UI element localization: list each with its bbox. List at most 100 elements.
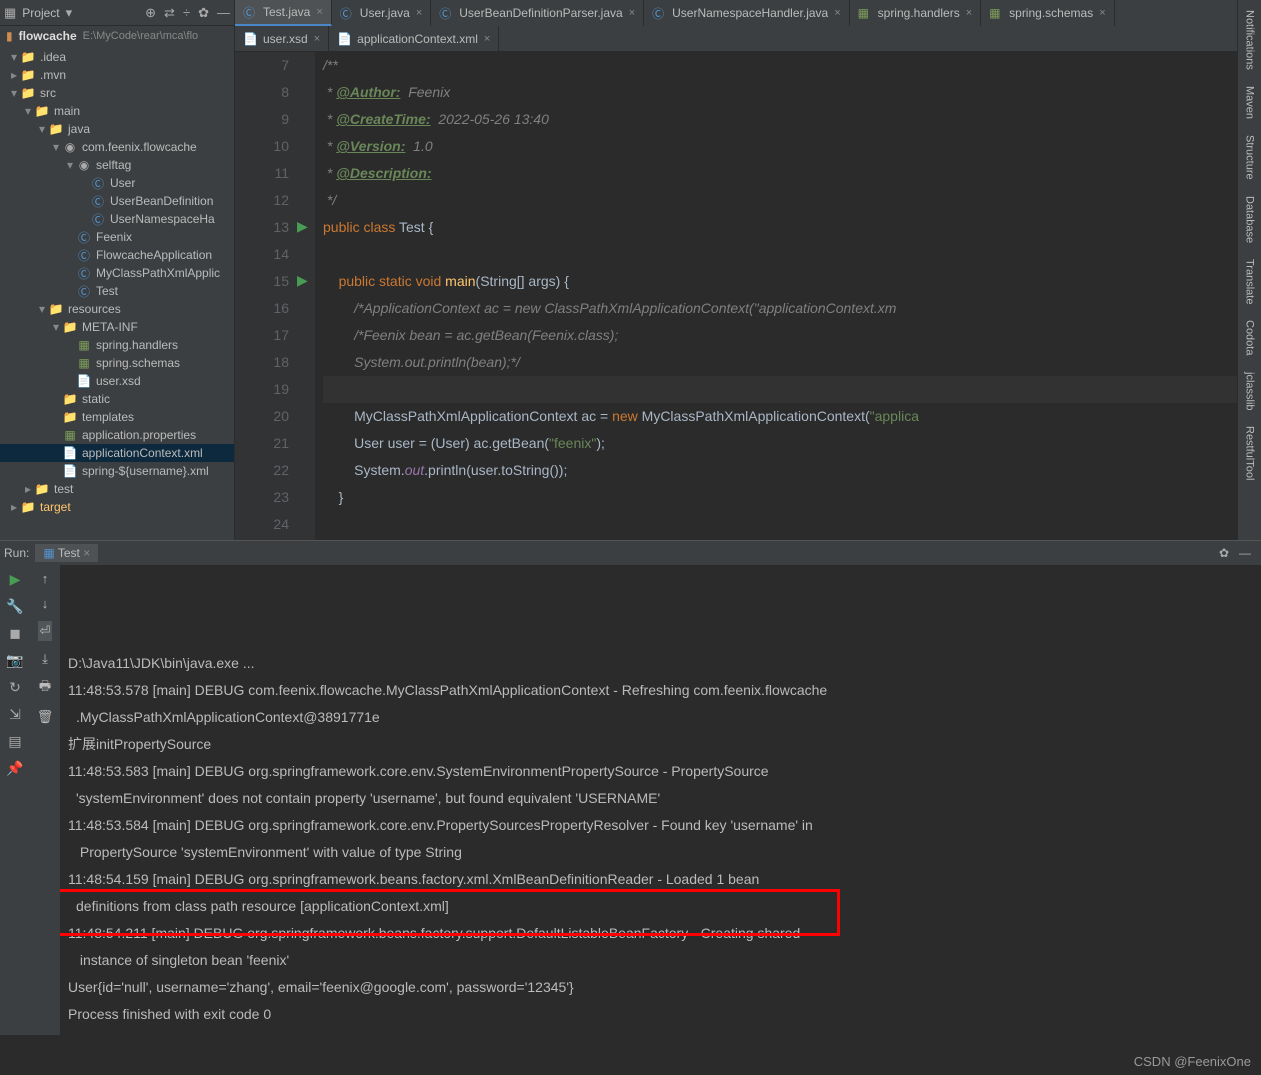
editor-tab[interactable]: 📄user.xsd×: [235, 26, 329, 52]
tree-item[interactable]: ▾📁java: [0, 120, 234, 138]
tree-item[interactable]: ▸📁target: [0, 498, 234, 516]
code-line[interactable]: * @Author: Feenix: [323, 79, 1261, 106]
code-line[interactable]: /**: [323, 52, 1261, 79]
right-tool-tab[interactable]: Codota: [1244, 314, 1256, 361]
right-tool-tab[interactable]: Structure: [1244, 129, 1256, 186]
code-line[interactable]: */: [323, 187, 1261, 214]
code-line[interactable]: /*Feenix bean = ac.getBean(Feenix.class)…: [323, 322, 1261, 349]
editor-tab[interactable]: ▦spring.schemas×: [981, 0, 1114, 26]
tree-item[interactable]: ⒸTest: [0, 282, 234, 300]
code-line[interactable]: System.out.println(user.toString());: [323, 457, 1261, 484]
right-tool-tab[interactable]: RestfulTool: [1244, 420, 1256, 486]
editor-tab[interactable]: ⒸUserBeanDefinitionParser.java×: [431, 0, 644, 26]
code-line[interactable]: [323, 376, 1261, 403]
code-line[interactable]: System.out.println(bean);*/: [323, 349, 1261, 376]
tab-label: UserBeanDefinitionParser.java: [459, 6, 622, 20]
file-icon: ▦: [989, 6, 1003, 20]
tree-item[interactable]: ⒸUser: [0, 174, 234, 192]
close-icon[interactable]: ×: [834, 7, 840, 19]
code-line[interactable]: public class Test {: [323, 214, 1261, 241]
tree-item[interactable]: ▾📁src: [0, 84, 234, 102]
tree-item[interactable]: ▸📁test: [0, 480, 234, 498]
tree-item[interactable]: ▾◉selftag: [0, 156, 234, 174]
project-root-row[interactable]: ▮ flowcache E:\MyCode\rear\mca\flo: [0, 26, 234, 46]
tree-item[interactable]: ⒸFeenix: [0, 228, 234, 246]
run-gutter-icon[interactable]: ▶: [297, 272, 308, 289]
code-line[interactable]: User user = (User) ac.getBean("feenix");: [323, 430, 1261, 457]
stop-icon[interactable]: ◼: [9, 625, 21, 642]
code-line[interactable]: /*ApplicationContext ac = new ClassPathX…: [323, 295, 1261, 322]
code-line[interactable]: MyClassPathXmlApplicationContext ac = ne…: [323, 403, 1261, 430]
close-icon[interactable]: ×: [966, 7, 972, 19]
tree-item[interactable]: 📄user.xsd: [0, 372, 234, 390]
tree-item[interactable]: 📄spring-${username}.xml: [0, 462, 234, 480]
run-config-tab[interactable]: ▦ Test ×: [35, 544, 98, 562]
editor-tab[interactable]: 📄applicationContext.xml×: [329, 26, 499, 52]
tree-item[interactable]: 📄applicationContext.xml: [0, 444, 234, 462]
code-line[interactable]: }: [323, 484, 1261, 511]
wrap-icon[interactable]: ⏎: [38, 621, 53, 641]
tree-item[interactable]: ▾📁META-INF: [0, 318, 234, 336]
tree-item[interactable]: ▾📁resources: [0, 300, 234, 318]
settings-icon[interactable]: ✿: [198, 5, 209, 21]
code-line[interactable]: * @Description:: [323, 160, 1261, 187]
editor-tab[interactable]: ⒸTest.java×: [235, 0, 332, 26]
code-line[interactable]: * @CreateTime: 2022-05-26 13:40: [323, 106, 1261, 133]
code-line[interactable]: [323, 511, 1261, 538]
tree-item[interactable]: ▸📁.mvn: [0, 66, 234, 84]
collapse-icon[interactable]: ⇄: [164, 5, 175, 21]
tree-item[interactable]: ⒸFlowcacheApplication: [0, 246, 234, 264]
code-line[interactable]: * @Version: 1.0: [323, 133, 1261, 160]
tree-item[interactable]: ▦spring.schemas: [0, 354, 234, 372]
tree-item[interactable]: ⒸMyClassPathXmlApplic: [0, 264, 234, 282]
run-icon[interactable]: ▶: [10, 571, 21, 588]
print-icon[interactable]: 🖶: [39, 677, 51, 699]
right-tool-tab[interactable]: Database: [1244, 190, 1256, 249]
right-tool-tab[interactable]: Translate: [1244, 253, 1256, 310]
scroll-icon[interactable]: ⤓: [42, 651, 48, 667]
clear-icon[interactable]: 🗑: [37, 709, 54, 725]
close-icon[interactable]: ×: [629, 7, 635, 19]
layout-icon[interactable]: ▤: [8, 733, 21, 750]
tree-item[interactable]: ▦application.properties: [0, 426, 234, 444]
close-icon[interactable]: ×: [83, 546, 90, 560]
editor-tab[interactable]: ▦spring.handlers×: [850, 0, 982, 26]
divide-icon[interactable]: ÷: [183, 5, 190, 21]
exit-icon[interactable]: ⇲: [9, 706, 21, 723]
code-line[interactable]: public static void main(String[] args) {: [323, 268, 1261, 295]
camera-icon[interactable]: 📷: [6, 652, 23, 669]
right-tool-tab[interactable]: Notifications: [1244, 4, 1256, 76]
editor-tab[interactable]: ⒸUser.java×: [332, 0, 431, 26]
tree-item[interactable]: ⒸUserNamespaceHa: [0, 210, 234, 228]
gear-icon[interactable]: ✿: [1219, 546, 1229, 560]
tree-item[interactable]: ▾📁.idea: [0, 48, 234, 66]
tree-item[interactable]: ▾📁main: [0, 102, 234, 120]
pin-icon[interactable]: 📌: [6, 760, 23, 777]
close-icon[interactable]: ×: [416, 7, 422, 19]
tree-item[interactable]: ▦spring.handlers: [0, 336, 234, 354]
hide-icon[interactable]: —: [217, 5, 230, 21]
right-tool-tab[interactable]: Maven: [1244, 80, 1256, 125]
editor-tab[interactable]: ⒸUserNamespaceHandler.java×: [644, 0, 850, 26]
close-icon[interactable]: ×: [316, 6, 322, 18]
run-tool-window: Run: ▦ Test × ✿ — ▶ 🔧 ◼ 📷 ↻ ⇲ ▤ 📌 ↑ ↓ ⏎ …: [0, 540, 1261, 1035]
run-gutter-icon[interactable]: ▶: [297, 218, 308, 235]
refresh-icon[interactable]: ↻: [9, 679, 21, 696]
up-icon[interactable]: ↑: [42, 571, 49, 586]
down-icon[interactable]: ↓: [42, 596, 49, 611]
dropdown-icon[interactable]: ▾: [66, 5, 73, 21]
expand-icon[interactable]: ⊕: [145, 5, 156, 21]
tree-item[interactable]: 📁templates: [0, 408, 234, 426]
tree-item[interactable]: 📁static: [0, 390, 234, 408]
code-content[interactable]: /** * @Author: Feenix * @CreateTime: 202…: [315, 52, 1261, 540]
close-icon[interactable]: ×: [484, 33, 490, 45]
tree-item[interactable]: ⒸUserBeanDefinition: [0, 192, 234, 210]
tool-icon[interactable]: 🔧: [6, 598, 23, 615]
close-icon[interactable]: ×: [314, 33, 320, 45]
code-line[interactable]: [323, 241, 1261, 268]
right-tool-tab[interactable]: jclasslib: [1244, 366, 1256, 417]
hide-run-icon[interactable]: —: [1239, 546, 1251, 560]
tree-item[interactable]: ▾◉com.feenix.flowcache: [0, 138, 234, 156]
close-icon[interactable]: ×: [1099, 7, 1105, 19]
console-output[interactable]: D:\Java11\JDK\bin\java.exe ...11:48:53.5…: [60, 565, 1261, 1035]
